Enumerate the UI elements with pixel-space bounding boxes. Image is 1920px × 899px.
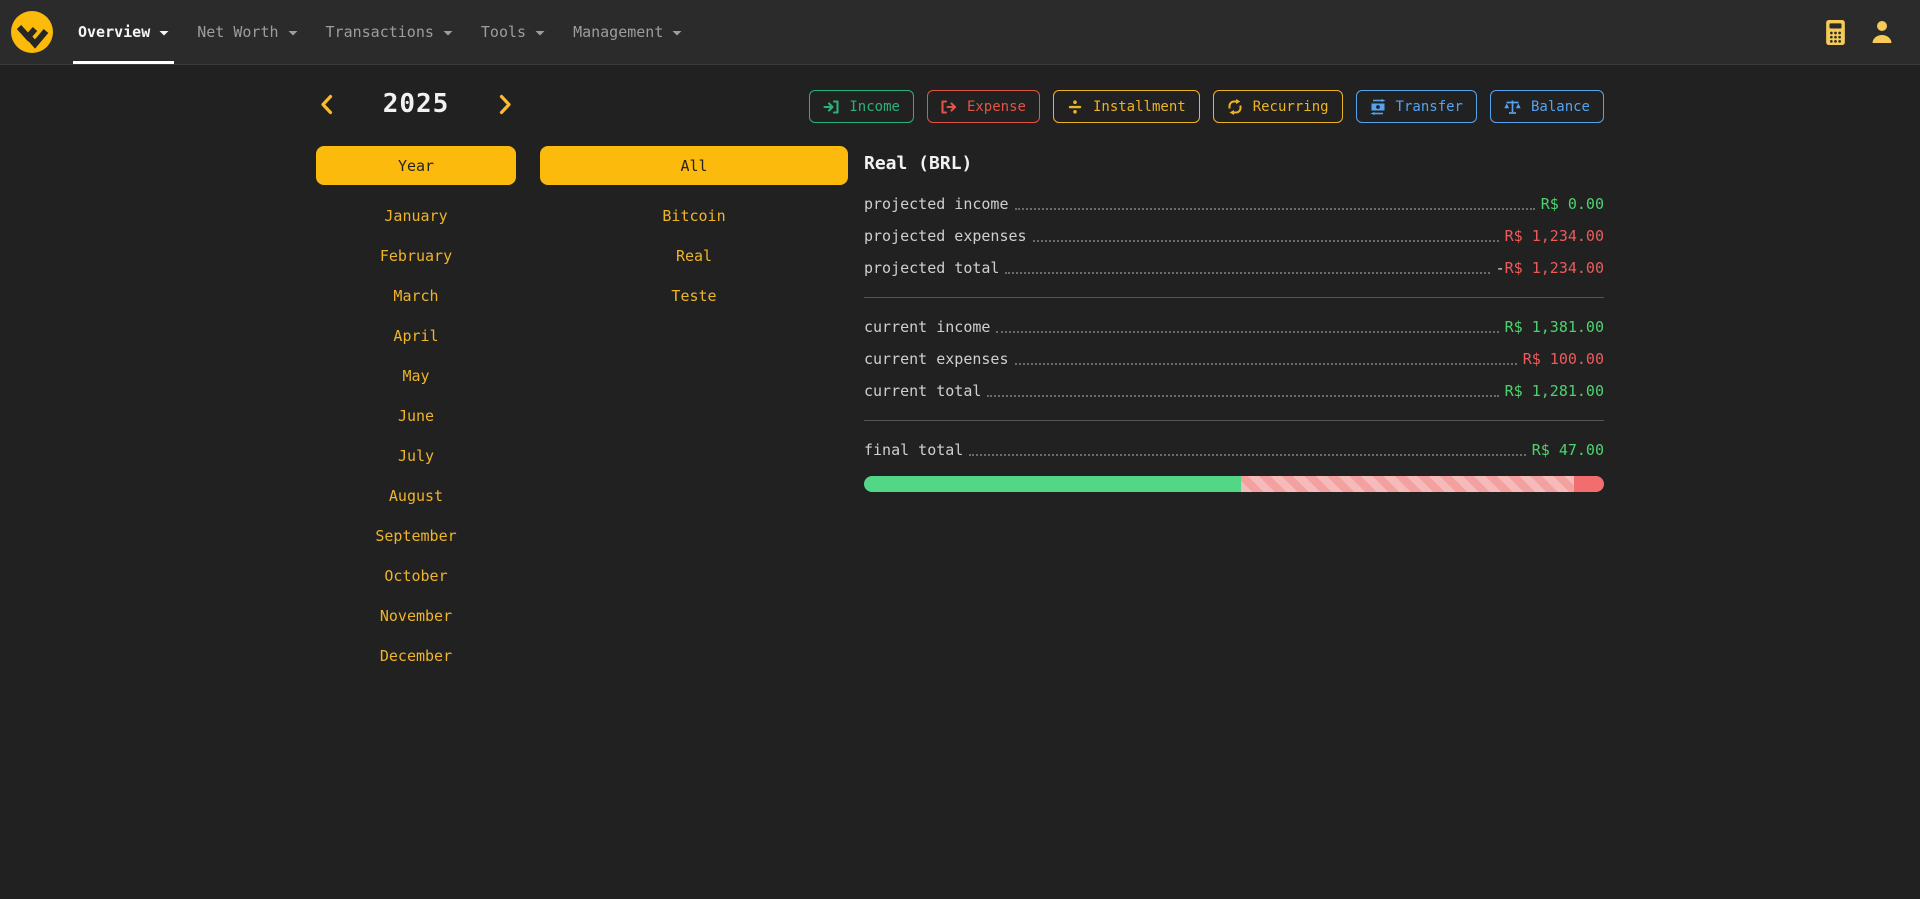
period-account-selector: 2025 Year January February March April M… bbox=[316, 90, 848, 676]
caret-down-icon bbox=[159, 28, 169, 38]
caret-down-icon bbox=[443, 28, 453, 38]
expense-button[interactable]: Expense bbox=[927, 90, 1040, 123]
row-value: R$ 1,281.00 bbox=[1505, 381, 1604, 401]
divider bbox=[864, 420, 1604, 421]
row-value: R$ 0.00 bbox=[1541, 194, 1604, 214]
calculator-icon[interactable] bbox=[1825, 19, 1846, 46]
month-link-august[interactable]: August bbox=[389, 486, 443, 506]
main-content: 2025 Year January February March April M… bbox=[316, 90, 1604, 676]
income-expense-progress-bar bbox=[864, 476, 1604, 492]
income-button[interactable]: Income bbox=[809, 90, 914, 123]
chevron-right-icon[interactable] bbox=[497, 92, 514, 117]
projected-expenses-segment bbox=[1241, 476, 1574, 492]
nav-item-overview[interactable]: Overview bbox=[64, 0, 183, 64]
summary-row: current total R$ 1,281.00 bbox=[864, 381, 1604, 401]
income-segment bbox=[864, 476, 1241, 492]
divide-icon bbox=[1067, 99, 1083, 115]
month-link-june[interactable]: June bbox=[398, 406, 434, 426]
caret-down-icon bbox=[672, 28, 682, 38]
month-column: 2025 Year January February March April M… bbox=[316, 90, 516, 676]
dotted-leader bbox=[996, 331, 1498, 333]
month-link-april[interactable]: April bbox=[393, 326, 438, 346]
month-link-september[interactable]: September bbox=[375, 526, 456, 546]
dotted-leader bbox=[1005, 272, 1489, 274]
month-link-march[interactable]: March bbox=[393, 286, 438, 306]
navbar: Overview Net Worth Transactions Tools Ma… bbox=[0, 0, 1920, 65]
sign-out-icon bbox=[941, 99, 957, 115]
account-column: All Bitcoin Real Teste bbox=[540, 90, 848, 676]
row-value: R$ 1,234.00 bbox=[1505, 258, 1604, 278]
nav-item-tools[interactable]: Tools bbox=[467, 0, 559, 64]
row-label: current total bbox=[864, 381, 981, 401]
month-list: January February March April May June Ju… bbox=[316, 196, 516, 676]
month-link-may[interactable]: May bbox=[402, 366, 429, 386]
month-link-february[interactable]: February bbox=[380, 246, 452, 266]
year-button[interactable]: Year bbox=[316, 146, 516, 185]
row-label: current expenses bbox=[864, 349, 1009, 369]
month-link-december[interactable]: December bbox=[380, 646, 452, 666]
chevron-left-icon[interactable] bbox=[318, 92, 335, 117]
month-link-november[interactable]: November bbox=[380, 606, 452, 626]
row-value-sign: - bbox=[1496, 258, 1505, 278]
month-link-january[interactable]: January bbox=[384, 206, 447, 226]
dotted-leader bbox=[987, 395, 1498, 397]
dotted-leader bbox=[1033, 240, 1499, 242]
all-accounts-button[interactable]: All bbox=[540, 146, 848, 185]
summary-row: final total R$ 47.00 bbox=[864, 440, 1604, 460]
nav-item-transactions[interactable]: Transactions bbox=[312, 0, 467, 64]
row-value: R$ 1,234.00 bbox=[1505, 226, 1604, 246]
transaction-type-buttons: Income Expense Installment Recurring Tra… bbox=[864, 90, 1604, 123]
current-expenses-segment bbox=[1574, 476, 1604, 492]
caret-down-icon bbox=[535, 28, 545, 38]
wallet-logo[interactable] bbox=[10, 10, 54, 54]
installment-button[interactable]: Installment bbox=[1053, 90, 1200, 123]
repeat-icon bbox=[1227, 99, 1243, 115]
row-value: R$ 47.00 bbox=[1532, 440, 1604, 460]
year-label: 2025 bbox=[383, 89, 450, 119]
row-label: current income bbox=[864, 317, 990, 337]
transfer-button[interactable]: Transfer bbox=[1356, 90, 1477, 123]
dotted-leader bbox=[969, 454, 1525, 456]
row-label: projected income bbox=[864, 194, 1009, 214]
caret-down-icon bbox=[288, 28, 298, 38]
money-transfer-icon bbox=[1370, 99, 1386, 115]
dotted-leader bbox=[1015, 208, 1535, 210]
navbar-right-icons bbox=[1825, 19, 1894, 46]
summary-panel: Income Expense Installment Recurring Tra… bbox=[864, 90, 1604, 492]
summary-row: current expenses R$ 100.00 bbox=[864, 349, 1604, 369]
year-navigation: 2025 bbox=[316, 90, 516, 118]
account-link-teste[interactable]: Teste bbox=[671, 286, 716, 306]
dotted-leader bbox=[1015, 363, 1517, 365]
month-link-july[interactable]: July bbox=[398, 446, 434, 466]
row-label: projected expenses bbox=[864, 226, 1027, 246]
summary-title: Real (BRL) bbox=[864, 153, 1604, 174]
summary-row: projected income R$ 0.00 bbox=[864, 194, 1604, 214]
summary-row: projected expenses R$ 1,234.00 bbox=[864, 226, 1604, 246]
month-link-october[interactable]: October bbox=[384, 566, 447, 586]
recurring-button[interactable]: Recurring bbox=[1213, 90, 1343, 123]
sign-in-icon bbox=[823, 99, 839, 115]
scale-icon bbox=[1504, 99, 1521, 115]
nav-item-management[interactable]: Management bbox=[559, 0, 696, 64]
summary-row: projected total - R$ 1,234.00 bbox=[864, 258, 1604, 278]
summary-row: current income R$ 1,381.00 bbox=[864, 317, 1604, 337]
account-link-bitcoin[interactable]: Bitcoin bbox=[662, 206, 725, 226]
divider bbox=[864, 297, 1604, 298]
balance-button[interactable]: Balance bbox=[1490, 90, 1604, 123]
nav-item-net-worth[interactable]: Net Worth bbox=[183, 0, 311, 64]
account-list: Bitcoin Real Teste bbox=[540, 196, 848, 316]
row-label: projected total bbox=[864, 258, 999, 278]
row-label: final total bbox=[864, 440, 963, 460]
nav-menu: Overview Net Worth Transactions Tools Ma… bbox=[64, 0, 696, 64]
row-value: R$ 100.00 bbox=[1523, 349, 1604, 369]
row-value: R$ 1,381.00 bbox=[1505, 317, 1604, 337]
summary-rows: projected income R$ 0.00 projected expen… bbox=[864, 194, 1604, 460]
account-link-real[interactable]: Real bbox=[676, 246, 712, 266]
user-icon[interactable] bbox=[1870, 19, 1894, 45]
